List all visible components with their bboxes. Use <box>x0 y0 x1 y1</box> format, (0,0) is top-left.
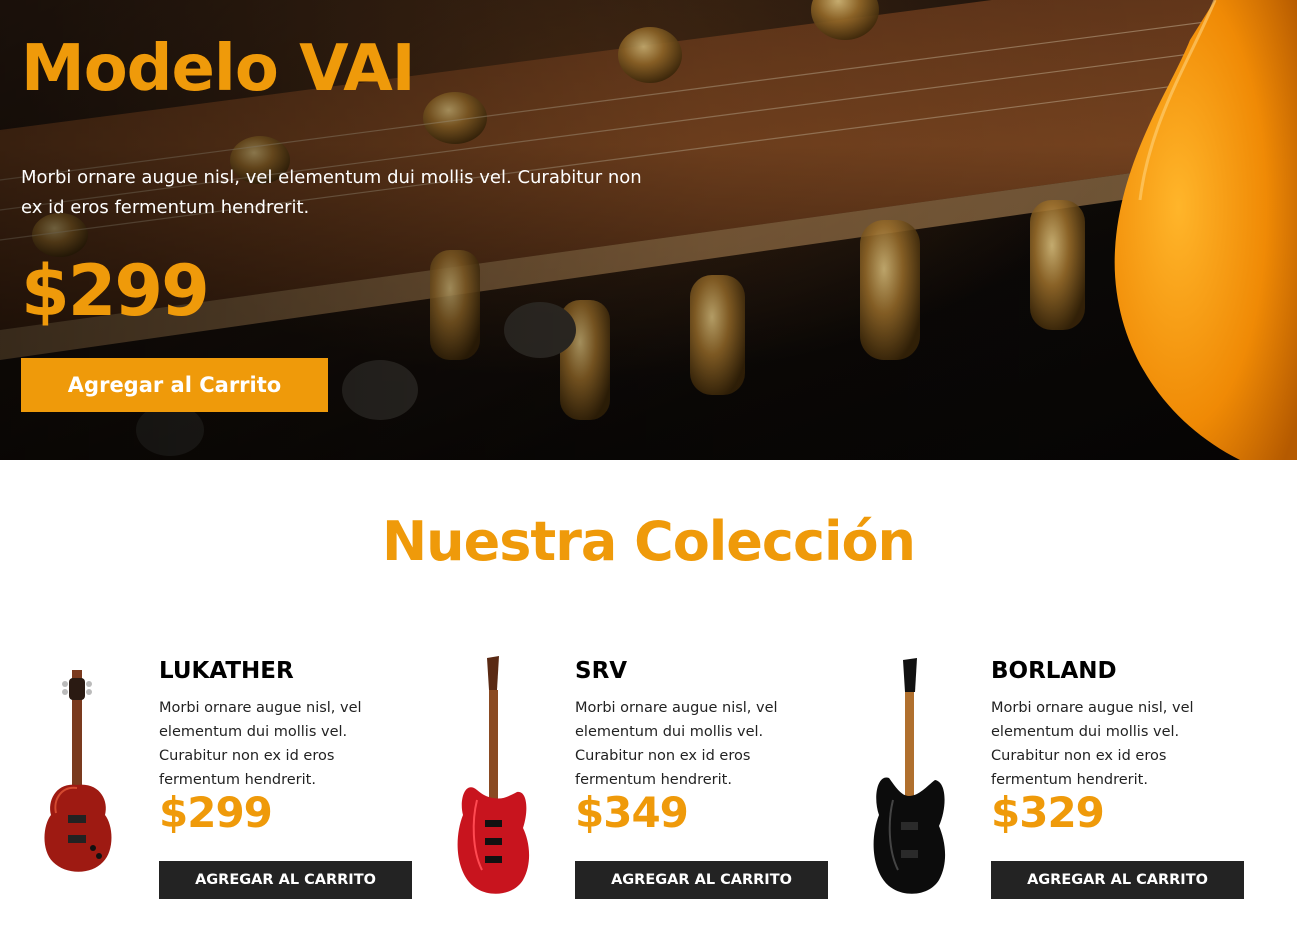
product-card-borland: BORLAND Morbi ornare augue nisl, vel ele… <box>853 650 1273 910</box>
collection-title: Nuestra Colección <box>381 510 916 573</box>
hero-title: Modelo VAI <box>21 32 416 106</box>
hero-banner: Modelo VAI Morbi ornare augue nisl, vel … <box>0 0 1297 460</box>
add-to-cart-button-srv[interactable]: AGREGAR AL CARRITO <box>575 861 828 899</box>
product-price: $349 <box>575 788 689 837</box>
product-price: $329 <box>991 788 1105 837</box>
product-image-lukather <box>44 670 112 872</box>
product-card-lukather: LUKATHER Morbi ornare augue nisl, vel el… <box>21 650 441 910</box>
product-price: $299 <box>159 788 273 837</box>
product-card-srv: SRV Morbi ornare augue nisl, vel element… <box>437 650 857 910</box>
product-name: BORLAND <box>991 658 1117 684</box>
product-image-borland <box>873 658 946 894</box>
product-name: SRV <box>575 658 628 684</box>
hero-price: $299 <box>21 250 210 332</box>
hero-add-to-cart-button[interactable]: Agregar al Carrito <box>21 358 328 412</box>
product-name: LUKATHER <box>159 658 294 684</box>
add-to-cart-button-borland[interactable]: AGREGAR AL CARRITO <box>991 861 1244 899</box>
product-description: Morbi ornare augue nisl, vel elementum d… <box>991 700 1194 788</box>
product-image-srv <box>457 656 530 894</box>
add-to-cart-button-lukather[interactable]: AGREGAR AL CARRITO <box>159 861 412 899</box>
hero-description: Morbi ornare augue nisl, vel elementum d… <box>21 167 642 218</box>
product-description: Morbi ornare augue nisl, vel elementum d… <box>159 700 362 788</box>
product-description: Morbi ornare augue nisl, vel elementum d… <box>575 700 778 788</box>
